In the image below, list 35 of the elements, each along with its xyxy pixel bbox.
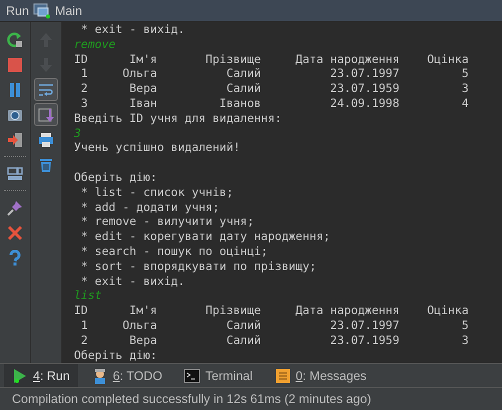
- console-output-line: 3 Іван Іванов 24.09.1998 4: [80, 96, 470, 111]
- console-output-line: 2 Вера Салий 23.07.1959 3: [80, 332, 470, 348]
- console-output-line: Оберіть дію:: [74, 170, 158, 185]
- console-output-line: Оберіть дію:: [74, 348, 158, 362]
- console-input-line: 3: [74, 126, 82, 140]
- scroll-to-end-icon[interactable]: [34, 103, 58, 126]
- tool-window-tab[interactable]: 6: TODO: [84, 364, 170, 387]
- console-output-line: Учень успішно видалений!: [74, 140, 242, 156]
- run-icon: [12, 368, 28, 384]
- terminal-icon: [184, 368, 200, 384]
- console-output-line: * exit - вихід.: [80, 274, 186, 288]
- messages-icon: [274, 368, 291, 384]
- console-output-line: * list - список учнів;: [80, 184, 234, 200]
- console-output-line: 2 Вера Салий 23.07.1959 3: [80, 81, 470, 96]
- tool-window-tab[interactable]: Terminal: [176, 364, 261, 387]
- console-output-line: * remove - вилучити учня;: [80, 214, 256, 230]
- console-output-line: ID Ім'я Прізвище Дата народження Оцінка: [74, 303, 470, 318]
- console-output-line: 1 Ольга Салий 23.07.1997 5: [80, 66, 470, 82]
- console-output-line: ID Ім'я Прізвище Дата народження Оцінка: [74, 52, 470, 66]
- window-icon: [32, 2, 51, 18]
- soft-wrap-icon[interactable]: [34, 78, 58, 101]
- console-output-line: * add - додати учня;: [80, 200, 220, 214]
- console-output-line: * search - пошук по оцінці;: [80, 244, 269, 259]
- console-output-line: * edit - корегувати дату народження;: [80, 229, 332, 244]
- console-output-line: * exit - вихід.: [80, 22, 186, 37]
- status-message: Compilation completed successfully in 12s 61ms (2 minutes ago): [0, 387, 502, 410]
- tool-window-tab[interactable]: 4: Run: [4, 364, 78, 387]
- console-output-line: * sort - впорядкувати по прізвищу;: [80, 258, 318, 274]
- config-tab[interactable]: Main: [54, 4, 82, 18]
- panel-title: Run: [6, 4, 29, 18]
- console-input-line: list: [74, 288, 103, 304]
- console-input-line: remove: [74, 36, 117, 52]
- console-output-line: 1 Ольга Салий 23.07.1997 5: [80, 318, 470, 333]
- tool-window-tab[interactable]: 0: Messages: [266, 364, 375, 387]
- console-output-line: Введіть ID учня для видалення:: [74, 110, 283, 126]
